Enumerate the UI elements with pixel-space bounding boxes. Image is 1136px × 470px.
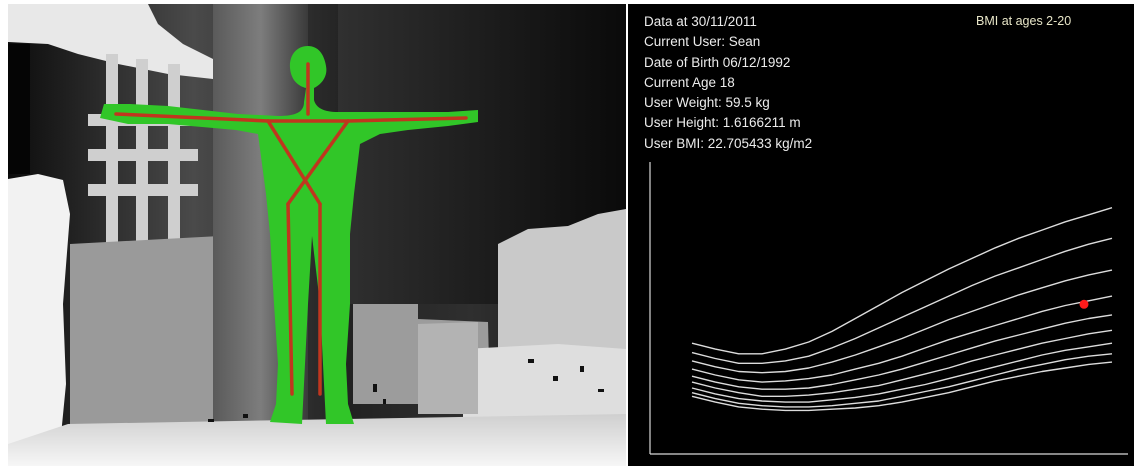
user-bmi-points: [1079, 299, 1089, 309]
bmi-info-panel: Data at 30/11/2011 Current User: Sean Da…: [628, 4, 1134, 466]
bmi-curve-8: [691, 237, 1113, 364]
bmi-chart: [649, 162, 1128, 455]
depth-camera-view: [8, 4, 626, 466]
left-wall-edge: [8, 174, 70, 466]
bmi-curve-9: [691, 207, 1113, 355]
user-bmi-point-1: [1079, 299, 1089, 309]
box-small: [418, 322, 478, 414]
left-dark-strip: [8, 44, 30, 174]
bmi-curve-7: [691, 269, 1113, 374]
depth-image: [8, 4, 626, 466]
bmi-curve-5: [691, 314, 1113, 390]
bmi-percentile-curves: [691, 207, 1113, 412]
kinect-bmi-window: Data at 30/11/2011 Current User: Sean Da…: [0, 0, 1136, 470]
